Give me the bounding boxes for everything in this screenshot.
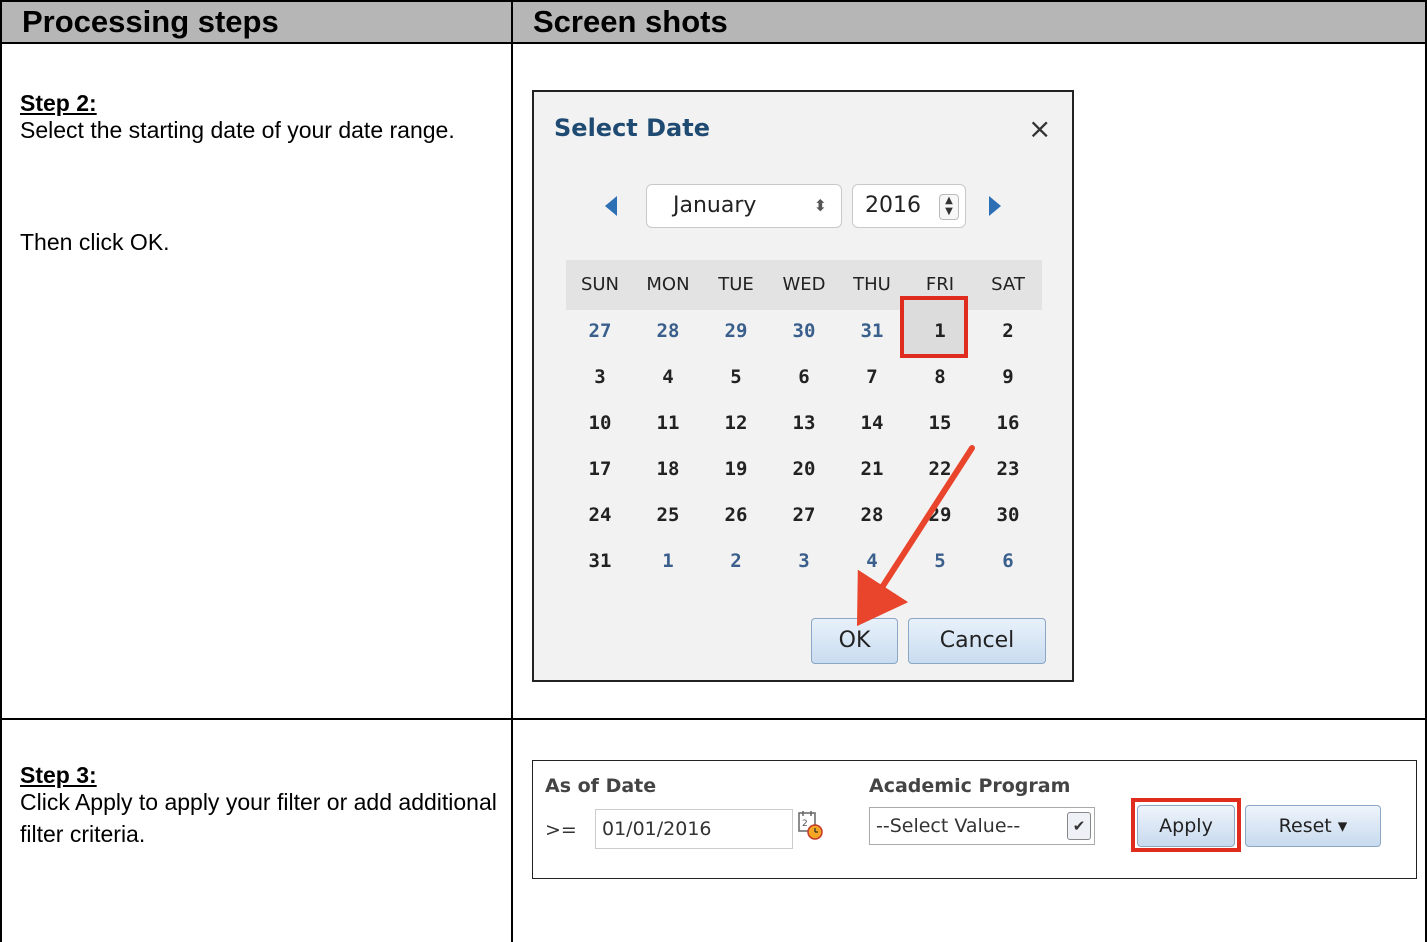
weekday-sun: SUN: [580, 274, 620, 295]
weekday-header-row: SUN MON TUE WED THU FRI SAT: [566, 260, 1042, 310]
select-value: --Select Value--: [876, 815, 1021, 837]
calendar-day[interactable]: 24: [566, 504, 634, 526]
row-divider: [0, 718, 1427, 720]
calendar-day[interactable]: 3: [566, 366, 634, 388]
calendar-day[interactable]: 30: [974, 504, 1042, 526]
calendar-day[interactable]: 10: [566, 412, 634, 434]
calendar-day[interactable]: 26: [702, 504, 770, 526]
weekday-tue: TUE: [718, 274, 754, 295]
academic-program-label: Academic Program: [869, 775, 1071, 797]
calendar-day[interactable]: 15: [906, 412, 974, 434]
calendar-day[interactable]: 5: [702, 366, 770, 388]
step-2-then: Then click OK.: [20, 229, 170, 255]
calendar-day-other-month[interactable]: 31: [838, 320, 906, 342]
step-3-instruction: Click Apply to apply your filter or add …: [20, 789, 497, 847]
step-2-title: Step 2:: [20, 90, 97, 116]
calendar-day[interactable]: 13: [770, 412, 838, 434]
cancel-button[interactable]: Cancel: [908, 618, 1046, 664]
select-date-dialog: Select Date × January ⬍ 2016 ▲ ▼ SUN MON TU…: [532, 90, 1074, 682]
as-of-date-label: As of Date: [545, 775, 657, 797]
weekday-sat: SAT: [991, 274, 1025, 295]
calendar-day[interactable]: 4: [634, 366, 702, 388]
calendar-day[interactable]: 18: [634, 458, 702, 480]
calendar-day[interactable]: 21: [838, 458, 906, 480]
caret-down-icon: ▾: [1337, 815, 1348, 837]
reset-button[interactable]: Reset ▾: [1245, 805, 1381, 847]
date-input[interactable]: 01/01/2016: [595, 809, 793, 849]
calendar-day-other-month[interactable]: 29: [702, 320, 770, 342]
calendar-day[interactable]: 17: [566, 458, 634, 480]
weekday-thu: THU: [853, 274, 891, 295]
calendar-day[interactable]: 14: [838, 412, 906, 434]
year-spinner[interactable]: 2016 ▲ ▼: [852, 184, 966, 228]
weekday-mon: MON: [646, 274, 690, 295]
reset-label: Reset: [1278, 815, 1332, 837]
calendar-day[interactable]: 7: [838, 366, 906, 388]
calendar-day[interactable]: 28: [838, 504, 906, 526]
calendar-day[interactable]: 23: [974, 458, 1042, 480]
updown-chevron-icon: ⬍: [813, 196, 827, 215]
calendar-day[interactable]: 11: [634, 412, 702, 434]
table-border-left: [0, 42, 2, 942]
calendar-day[interactable]: 31: [566, 550, 634, 572]
next-month-icon[interactable]: [989, 196, 1001, 216]
calendar-picker-icon[interactable]: 2: [797, 809, 823, 841]
calendar-day-other-month[interactable]: 6: [974, 550, 1042, 572]
step-3-title: Step 3:: [20, 762, 97, 788]
chevron-down-icon[interactable]: ✔: [1067, 812, 1091, 840]
calendar-day[interactable]: 1: [906, 320, 974, 342]
academic-program-select[interactable]: --Select Value-- ✔: [869, 807, 1095, 845]
step-2-instruction: Select the starting date of your date ra…: [20, 117, 455, 143]
svg-text:2: 2: [802, 819, 808, 829]
previous-month-icon[interactable]: [605, 196, 617, 216]
dialog-title: Select Date: [554, 114, 710, 142]
calendar-day[interactable]: 8: [906, 366, 974, 388]
ok-button[interactable]: OK: [811, 618, 898, 664]
calendar-day[interactable]: 12: [702, 412, 770, 434]
calendar-day[interactable]: 6: [770, 366, 838, 388]
calendar-day[interactable]: 29: [906, 504, 974, 526]
column-divider: [511, 42, 513, 942]
month-select[interactable]: January ⬍: [646, 184, 842, 228]
calendar-day-other-month[interactable]: 2: [702, 550, 770, 572]
calendar-day-other-month[interactable]: 27: [566, 320, 634, 342]
calendar-day[interactable]: 20: [770, 458, 838, 480]
calendar-day[interactable]: 22: [906, 458, 974, 480]
calendar-day-other-month[interactable]: 3: [770, 550, 838, 572]
weekday-wed: WED: [782, 274, 826, 295]
month-value: January: [673, 193, 757, 218]
apply-button[interactable]: Apply: [1137, 805, 1235, 847]
calendar-day-other-month[interactable]: 5: [906, 550, 974, 572]
calendar-day[interactable]: 25: [634, 504, 702, 526]
calendar-day-other-month[interactable]: 1: [634, 550, 702, 572]
year-value: 2016: [865, 193, 921, 218]
calendar-day-other-month[interactable]: 28: [634, 320, 702, 342]
calendar-day[interactable]: 9: [974, 366, 1042, 388]
calendar-day-other-month[interactable]: 30: [770, 320, 838, 342]
header-processing-steps: Processing steps: [0, 0, 513, 44]
filter-panel: As of Date >= 01/01/2016 2 Academic Prog…: [532, 760, 1417, 879]
spinner-arrows-icon[interactable]: ▲ ▼: [939, 194, 959, 220]
calendar-day[interactable]: 27: [770, 504, 838, 526]
header-screen-shots: Screen shots: [511, 0, 1427, 44]
calendar-day-other-month[interactable]: 4: [838, 550, 906, 572]
calendar-day[interactable]: 19: [702, 458, 770, 480]
close-icon[interactable]: ×: [1028, 112, 1051, 145]
operator-label: >=: [545, 819, 577, 841]
calendar-day[interactable]: 16: [974, 412, 1042, 434]
calendar-day[interactable]: 2: [974, 320, 1042, 342]
